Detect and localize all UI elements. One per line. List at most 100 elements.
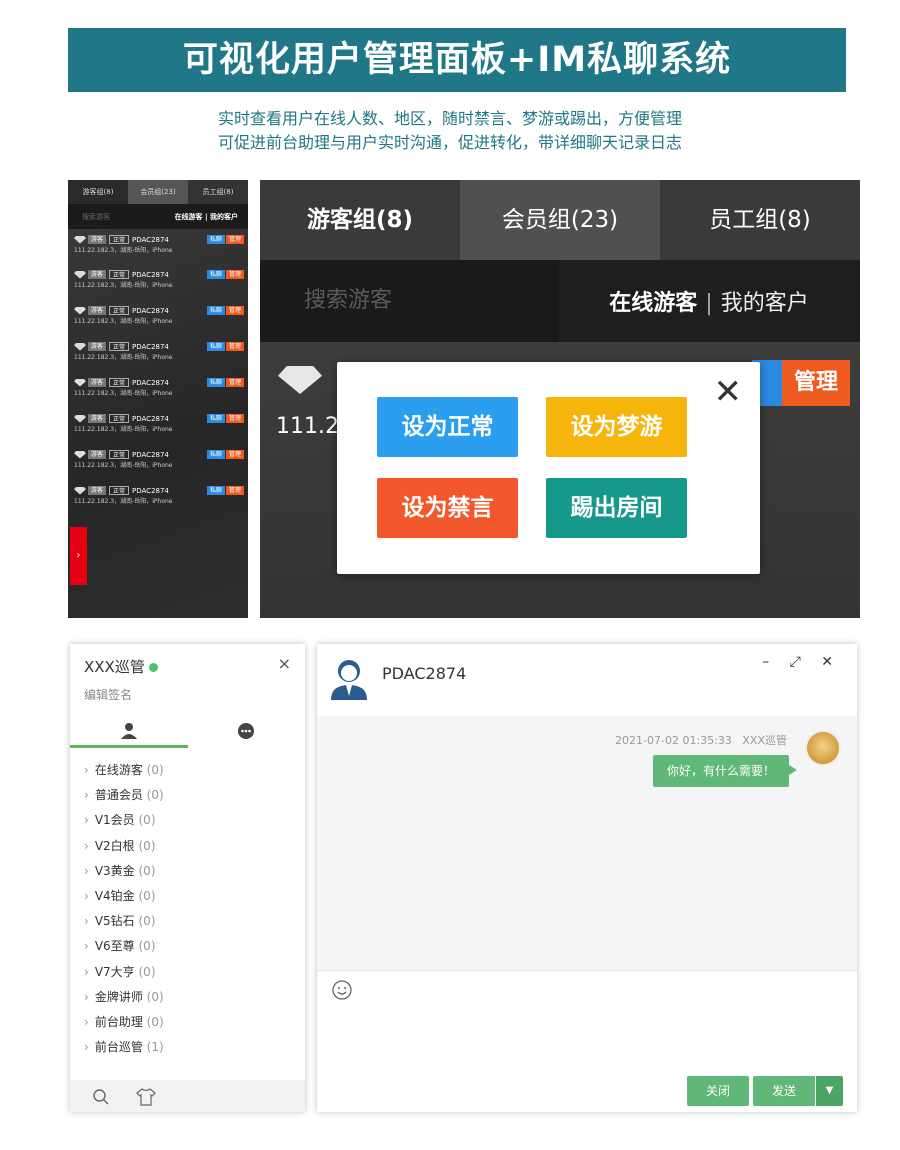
im-contact-panel: XXX巡管 × 编辑签名 › 在线游客 (0) › 普通会员 (0) › V1会员 (0)… <box>70 644 305 1112</box>
user-tag: 游客 <box>88 378 107 387</box>
sender-avatar <box>805 730 841 766</box>
group-item[interactable]: › V5钻石 (0) <box>84 912 156 929</box>
tab-guest-group[interactable]: 游客组(8) <box>68 180 128 204</box>
user-tag: 游客 <box>88 414 107 423</box>
user-tag: 游客 <box>88 450 107 459</box>
chevron-right-icon: › <box>84 788 89 803</box>
edit-signature[interactable]: 编辑签名 <box>84 686 132 703</box>
private-chat-button[interactable]: 私聊 <box>206 450 225 459</box>
private-chat-button[interactable]: 私聊 <box>206 414 225 423</box>
manage-button[interactable]: 管理 <box>225 450 244 459</box>
avatar <box>331 660 367 700</box>
chat-window: PDAC2874 – ⤢ ✕ 2021-07-02 01:35:33 XXX巡管… <box>317 644 857 1112</box>
manage-button[interactable]: 管理 <box>225 270 244 279</box>
send-button[interactable]: 发送 <box>753 1076 815 1106</box>
send-options-dropdown[interactable]: ▼ <box>816 1076 843 1106</box>
chevron-right-icon: › <box>84 838 89 853</box>
diamond-icon <box>74 450 86 459</box>
close-button[interactable]: 关闭 <box>687 1076 749 1106</box>
expand-side-tab[interactable]: › <box>70 527 87 585</box>
group-item[interactable]: › V4铂金 (0) <box>84 887 156 904</box>
tab-staff-group[interactable]: 员工组(8) <box>188 180 248 204</box>
group-count: (0) <box>138 838 156 853</box>
private-chat-button[interactable]: 私聊 <box>206 342 225 351</box>
user-name: PDAC2874 <box>132 450 169 459</box>
group-item[interactable]: › 在线游客 (0) <box>84 761 164 778</box>
group-item[interactable]: › V6至尊 (0) <box>84 937 156 954</box>
search-guest-input[interactable]: 搜索游客 <box>68 212 175 222</box>
user-info: 111.22.182.3，湖南-岳阳，iPhone <box>74 462 173 469</box>
online-guest-toggle[interactable]: 在线游客 | 我的客户 <box>175 212 248 222</box>
search-icon[interactable] <box>92 1088 110 1106</box>
divider: | <box>705 291 713 316</box>
diamond-icon <box>74 414 86 423</box>
person-icon <box>120 723 137 739</box>
list-item: 游客 正常 PDAC2874 私聊 管理 111.22.182.3，湖南-岳阳，iPhon… <box>74 340 244 370</box>
group-item[interactable]: › 前台巡管 (1) <box>84 1038 164 1055</box>
skin-shirt-icon[interactable] <box>136 1088 156 1106</box>
tab-chats[interactable] <box>188 714 306 748</box>
kick-out-button[interactable]: 踢出房间 <box>546 478 687 538</box>
group-item[interactable]: › 金牌讲师 (0) <box>84 988 164 1005</box>
user-info: 111.22.182.3，湖南-岳阳，iPhone <box>74 318 173 325</box>
message-timestamp: 2021-07-02 01:35:33 <box>615 734 732 747</box>
message-meta: 2021-07-02 01:35:33 XXX巡管 <box>615 732 787 748</box>
tab-staff-group[interactable]: 员工组(8) <box>660 180 860 260</box>
chevron-right-icon: › <box>84 1015 89 1029</box>
group-item[interactable]: › 普通会员 (0) <box>84 786 164 803</box>
chevron-right-icon: › <box>84 763 89 777</box>
online-guest-tab[interactable]: 在线游客 <box>609 291 697 316</box>
group-name: V5钻石 <box>94 914 135 929</box>
set-normal-button[interactable]: 设为正常 <box>377 397 518 457</box>
group-item[interactable]: › 前台助理 (0) <box>84 1013 164 1030</box>
user-name: PDAC2874 <box>132 270 169 279</box>
list-item: 游客 正常 PDAC2874 私聊 管理 111.22.182.3，湖南-岳阳，iPhon… <box>74 412 244 442</box>
status-badge: 正常 <box>109 235 130 244</box>
group-item[interactable]: › V2白根 (0) <box>84 837 156 854</box>
search-guest-input[interactable]: 搜索游客 <box>260 260 558 342</box>
private-chat-button[interactable]: 私聊 <box>206 378 225 387</box>
diamond-icon <box>74 378 86 387</box>
manage-button[interactable]: 管理 <box>225 342 244 351</box>
manage-button[interactable]: 管理 <box>225 414 244 423</box>
manage-button[interactable]: 管理 <box>225 378 244 387</box>
emoji-icon[interactable] <box>331 979 353 1001</box>
tab-contacts[interactable] <box>70 714 188 748</box>
close-icon[interactable]: ✕ <box>714 372 743 412</box>
close-icon[interactable]: × <box>278 654 291 673</box>
private-chat-button[interactable]: 私聊 <box>206 306 225 315</box>
chevron-right-icon: › <box>84 939 89 954</box>
user-tag: 游客 <box>88 270 107 279</box>
group-item[interactable]: › V7大亨 (0) <box>84 963 156 980</box>
group-item[interactable]: › V1会员 (0) <box>84 811 156 828</box>
manage-button[interactable]: 管理 <box>225 306 244 315</box>
manage-button[interactable]: 管理 <box>225 486 244 495</box>
tab-member-group[interactable]: 会员组(23) <box>460 180 660 260</box>
manage-button[interactable]: 管理 <box>225 235 244 244</box>
tab-guest-group[interactable]: 游客组(8) <box>260 180 460 260</box>
group-name: V7大亨 <box>94 964 135 979</box>
status-badge: 正常 <box>109 486 130 495</box>
set-sleepwalk-button[interactable]: 设为梦游 <box>546 397 687 457</box>
group-count: (0) <box>138 964 156 979</box>
list-item: 游客 正常 PDAC2874 私聊 管理 111.22.182.3，湖南-岳阳，iPhon… <box>74 304 244 334</box>
group-count: (0) <box>146 1015 164 1029</box>
user-name: PDAC2874 <box>132 306 169 315</box>
group-name: 前台助理 <box>94 1015 143 1029</box>
private-chat-button[interactable]: 私聊 <box>206 270 225 279</box>
group-count: (0) <box>138 914 156 929</box>
set-mute-button[interactable]: 设为禁言 <box>377 478 518 538</box>
group-item[interactable]: › V3黄金 (0) <box>84 862 156 879</box>
private-chat-button[interactable]: 私聊 <box>206 486 225 495</box>
window-controls[interactable]: – ⤢ ✕ <box>762 654 841 670</box>
private-chat-button[interactable]: 私聊 <box>206 235 225 244</box>
tab-member-group[interactable]: 会员组(23) <box>128 180 188 204</box>
user-info: 111.22.182.3，湖南-岳阳，iPhone <box>74 247 173 254</box>
user-name: PDAC2874 <box>132 414 169 423</box>
message-input[interactable]: 关闭 发送 ▼ <box>317 970 857 1112</box>
status-badge: 正常 <box>109 450 130 459</box>
group-count: (1) <box>146 1040 164 1055</box>
group-name: 前台巡管 <box>94 1040 143 1055</box>
my-customers-tab[interactable]: 我的客户 <box>721 291 809 316</box>
manage-button[interactable]: 管理 <box>782 360 850 406</box>
